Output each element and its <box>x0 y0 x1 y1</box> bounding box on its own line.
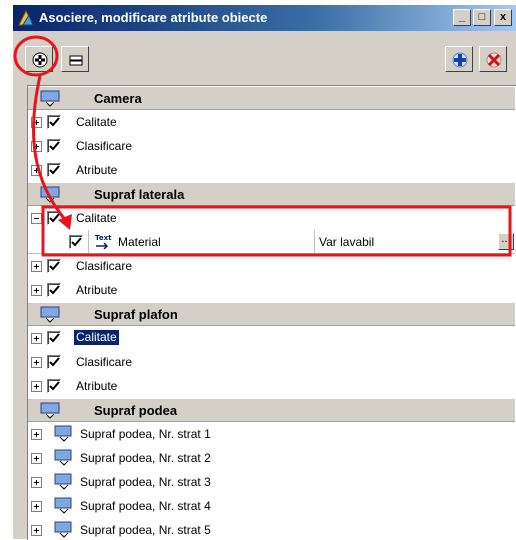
layer-item[interactable]: Supraf podea, Nr. strat 5 <box>28 518 515 540</box>
delete-red-x-icon <box>486 52 502 68</box>
layer-icon <box>54 473 72 490</box>
tree-item[interactable]: Calitate <box>28 206 515 230</box>
expand-icon[interactable] <box>31 381 42 392</box>
item-label: Calitate <box>76 115 117 129</box>
surface-group-icon <box>40 306 60 323</box>
app-icon <box>18 9 34 26</box>
expand-icon[interactable] <box>31 525 42 536</box>
checkbox[interactable] <box>69 235 83 249</box>
add-attribute-button[interactable] <box>25 46 53 72</box>
expand-collapse-button[interactable] <box>61 46 89 72</box>
tree-item[interactable]: Clasificare <box>28 350 515 374</box>
layer-icon <box>54 425 72 442</box>
checkbox[interactable] <box>47 163 61 177</box>
attribute-value[interactable]: Var lavabil <box>319 235 374 249</box>
tree-item[interactable]: Clasificare <box>28 254 515 278</box>
checkbox[interactable] <box>47 115 61 129</box>
minimize-button[interactable]: _ <box>453 9 471 26</box>
item-label-selected: Calitate <box>74 330 119 345</box>
layer-label: Supraf podea, Nr. strat 2 <box>80 451 211 465</box>
toolbar <box>13 31 516 79</box>
layer-item[interactable]: Supraf podea, Nr. strat 1 <box>28 422 515 446</box>
expand-icon[interactable] <box>31 165 42 176</box>
layer-item[interactable]: Supraf podea, Nr. strat 2 <box>28 446 515 470</box>
expand-icon[interactable] <box>31 117 42 128</box>
tree-item[interactable]: Clasificare <box>28 134 515 158</box>
checkbox[interactable] <box>47 139 61 153</box>
attribute-window: Asociere, modificare atribute obiecte _ … <box>12 4 516 540</box>
expand-icon[interactable] <box>31 501 42 512</box>
add-blue-cross-icon <box>452 52 468 68</box>
checkbox[interactable] <box>47 259 61 273</box>
title-bar: Asociere, modificare atribute obiecte _ … <box>13 5 516 31</box>
add-attribute-icon <box>32 52 48 68</box>
item-label: Clasificare <box>76 259 133 273</box>
layer-icon <box>54 497 72 514</box>
group-label: Camera <box>94 91 142 106</box>
layer-item[interactable]: Supraf podea, Nr. strat 3 <box>28 470 515 494</box>
expand-icon[interactable] <box>31 285 42 296</box>
item-label: Clasificare <box>76 355 133 369</box>
item-label: Clasificare <box>76 139 133 153</box>
layer-icon <box>54 449 72 466</box>
column-separator <box>314 230 315 254</box>
group-row[interactable]: Supraf podea <box>28 398 515 422</box>
expand-collapse-icon <box>69 55 83 66</box>
expand-icon[interactable] <box>31 477 42 488</box>
delete-button[interactable] <box>479 46 507 72</box>
tree-item[interactable]: Calitate <box>28 326 515 350</box>
expand-icon[interactable] <box>31 141 42 152</box>
svg-text:Text: Text <box>95 234 112 242</box>
attribute-row[interactable]: Text Material Var lavabil ... <box>28 230 515 254</box>
text-attribute-icon: Text <box>95 234 112 250</box>
layer-label: Supraf podea, Nr. strat 4 <box>80 499 211 513</box>
checkbox[interactable] <box>47 379 61 393</box>
attribute-tree: Camera Calitate Clasificare Atribute Sup… <box>27 85 516 540</box>
layer-label: Supraf podea, Nr. strat 5 <box>80 523 211 537</box>
group-label: Supraf laterala <box>94 187 185 202</box>
tree-item[interactable]: Calitate <box>28 110 515 134</box>
expand-icon[interactable] <box>31 261 42 272</box>
layer-item[interactable]: Supraf podea, Nr. strat 4 <box>28 494 515 518</box>
group-row[interactable]: Supraf plafon <box>28 302 515 326</box>
close-button[interactable]: x <box>494 9 512 26</box>
item-label: Atribute <box>76 283 118 297</box>
item-label: Atribute <box>76 379 118 393</box>
expand-icon[interactable] <box>31 357 42 368</box>
checkbox[interactable] <box>47 211 61 225</box>
checkbox[interactable] <box>47 283 61 297</box>
group-label: Supraf plafon <box>94 307 178 322</box>
collapse-icon[interactable] <box>31 213 42 224</box>
surface-group-icon <box>40 90 60 107</box>
group-row[interactable]: Supraf laterala <box>28 182 515 206</box>
layer-label: Supraf podea, Nr. strat 1 <box>80 427 211 441</box>
surface-group-icon <box>40 186 60 203</box>
layer-icon <box>54 521 72 538</box>
group-row[interactable]: Camera <box>28 86 515 110</box>
surface-group-icon <box>40 402 60 419</box>
expand-icon[interactable] <box>31 333 42 344</box>
checkbox[interactable] <box>47 355 61 369</box>
checkbox[interactable] <box>47 331 61 345</box>
browse-value-button[interactable]: ... <box>498 233 514 250</box>
expand-icon[interactable] <box>31 429 42 440</box>
item-label: Calitate <box>76 211 117 225</box>
expand-icon[interactable] <box>31 453 42 464</box>
tree-item[interactable]: Atribute <box>28 374 515 398</box>
tree-item[interactable]: Atribute <box>28 158 515 182</box>
tree-item[interactable]: Atribute <box>28 278 515 302</box>
window-title: Asociere, modificare atribute obiecte <box>39 10 268 25</box>
column-separator <box>88 230 89 254</box>
layer-label: Supraf podea, Nr. strat 3 <box>80 475 211 489</box>
add-button[interactable] <box>445 46 473 72</box>
attribute-name: Material <box>118 235 161 249</box>
group-label: Supraf podea <box>94 403 178 418</box>
item-label: Atribute <box>76 163 118 177</box>
maximize-button[interactable]: □ <box>473 9 491 26</box>
